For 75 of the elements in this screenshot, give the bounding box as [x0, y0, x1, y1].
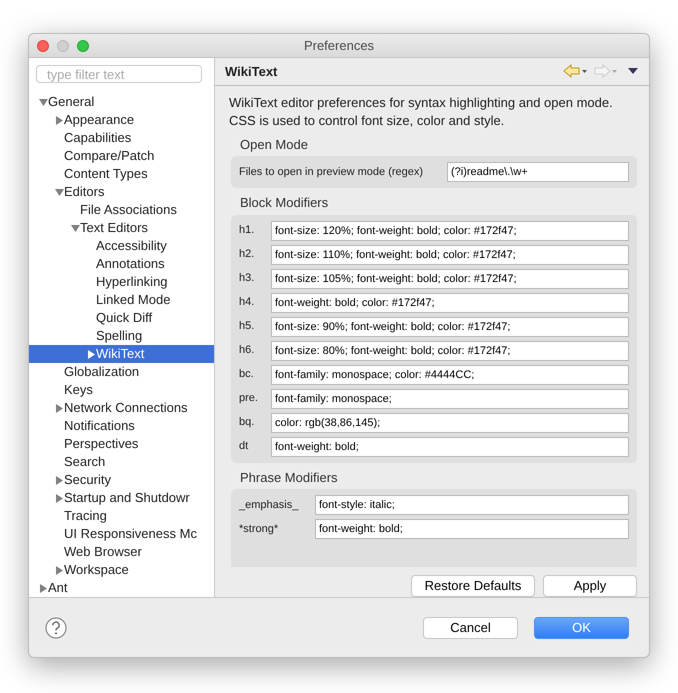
cancel-button[interactable]: Cancel	[423, 616, 518, 638]
group-heading: Block Modifiers	[239, 194, 330, 212]
page-title: WikiText	[225, 62, 278, 80]
help-icon[interactable]	[45, 616, 67, 638]
style-field[interactable]: font-family: monospace;	[271, 388, 629, 408]
tree-item[interactable]: Accessibility	[29, 237, 214, 255]
tree-item[interactable]: Search	[29, 453, 214, 471]
collapsed-triangle-icon[interactable]	[87, 350, 96, 358]
tree-item[interactable]: Spelling	[29, 327, 214, 345]
tree-item[interactable]: Appearance	[29, 111, 214, 129]
style-field[interactable]: font-size: 110%; font-weight: bold; color: #172f47;	[271, 244, 629, 264]
field-label: bc.	[239, 367, 255, 382]
tree-item[interactable]: Hyperlinking	[29, 273, 214, 291]
collapsed-triangle-icon[interactable]	[55, 116, 64, 124]
style-field[interactable]: font-size: 80%; font-weight: bold; color: #172f47;	[271, 340, 629, 360]
tree-item[interactable]: Web Browser	[29, 543, 214, 561]
regex-field[interactable]: (?i)readme\.\w+	[447, 162, 629, 182]
style-field[interactable]: font-family: monospace; color: #4444CC;	[271, 364, 629, 384]
style-field[interactable]: font-size: 120%; font-weight: bold; color: #172f47;	[271, 220, 629, 240]
tree-item[interactable]: Workspace	[29, 561, 214, 579]
close-icon[interactable]	[37, 40, 49, 52]
tree-item[interactable]: General	[29, 93, 214, 111]
tree-item[interactable]: Capabilities	[29, 129, 214, 147]
restore-defaults-button[interactable]: Restore Defaults	[411, 575, 535, 597]
tree-item[interactable]: WikiText	[29, 345, 214, 363]
style-field[interactable]: font-weight: bold;	[315, 519, 629, 539]
filter-field[interactable]: type filter text	[36, 65, 202, 83]
zoom-icon[interactable]	[77, 40, 89, 52]
tree-item[interactable]: Tracing	[29, 507, 214, 525]
tree-item[interactable]: Content Types	[29, 165, 214, 183]
field-label: h2.	[239, 247, 256, 262]
window-title: Preferences	[304, 38, 374, 53]
field-label: Files to open in preview mode (regex)	[239, 164, 424, 180]
style-field[interactable]: font-weight: bold;	[271, 436, 629, 456]
group-heading: Open Mode	[239, 136, 309, 154]
collapsed-triangle-icon[interactable]	[55, 404, 64, 412]
tree-item[interactable]: Linked Mode	[29, 291, 214, 309]
field-label: *strong*	[239, 522, 280, 537]
tree-item[interactable]: Annotations	[29, 255, 214, 273]
field-label: h4.	[239, 295, 256, 310]
field-label: h5.	[239, 319, 256, 334]
tree-item[interactable]: File Associations	[29, 201, 214, 219]
field-label: bq.	[239, 415, 256, 430]
style-field[interactable]: font-size: 90%; font-weight: bold; color: #172f47;	[271, 316, 629, 336]
field-label: h6.	[239, 343, 256, 358]
menu-icon[interactable]	[627, 67, 639, 76]
style-field[interactable]: font-weight: bold; color: #172f47;	[271, 292, 629, 312]
expanded-triangle-icon[interactable]	[39, 98, 48, 106]
style-field[interactable]: color: rgb(38,86,145);	[271, 412, 629, 432]
style-field[interactable]: font-size: 105%; font-weight: bold; color: #172f47;	[271, 268, 629, 288]
expanded-triangle-icon[interactable]	[71, 224, 80, 232]
tree-item[interactable]: Globalization	[29, 363, 214, 381]
tree-item[interactable]: UI Responsiveness Mc	[29, 525, 214, 543]
field-label: h1.	[239, 223, 256, 238]
tree-item[interactable]: Keys	[29, 381, 214, 399]
tree-item[interactable]: Text Editors	[29, 219, 214, 237]
tree-item[interactable]: Network Connections	[29, 399, 214, 417]
back-arrow-icon[interactable]	[563, 64, 589, 78]
description-text: WikiText editor preferences for syntax highlighting and open mode. CSS is used to control font size, color and style.	[228, 94, 614, 130]
group-heading: Phrase Modifiers	[239, 468, 339, 486]
field-label: h3.	[239, 271, 256, 286]
field-label: _emphasis_	[239, 498, 300, 513]
expanded-triangle-icon[interactable]	[55, 188, 64, 196]
tree-item[interactable]: Notifications	[29, 417, 214, 435]
field-label: dt	[239, 439, 250, 454]
tree-item[interactable]: Quick Diff	[29, 309, 214, 327]
tree-item[interactable]: Security	[29, 471, 214, 489]
tree-item[interactable]: Editors	[29, 183, 214, 201]
tree-item[interactable]: Ant	[29, 579, 214, 597]
tree-item[interactable]: Perspectives	[29, 435, 214, 453]
apply-button[interactable]: Apply	[543, 575, 637, 597]
tree-item[interactable]: Compare/Patch	[29, 147, 214, 165]
field-label: pre.	[239, 391, 259, 406]
style-field[interactable]: font-style: italic;	[315, 495, 629, 515]
tree-item[interactable]: Startup and Shutdowr	[29, 489, 214, 507]
